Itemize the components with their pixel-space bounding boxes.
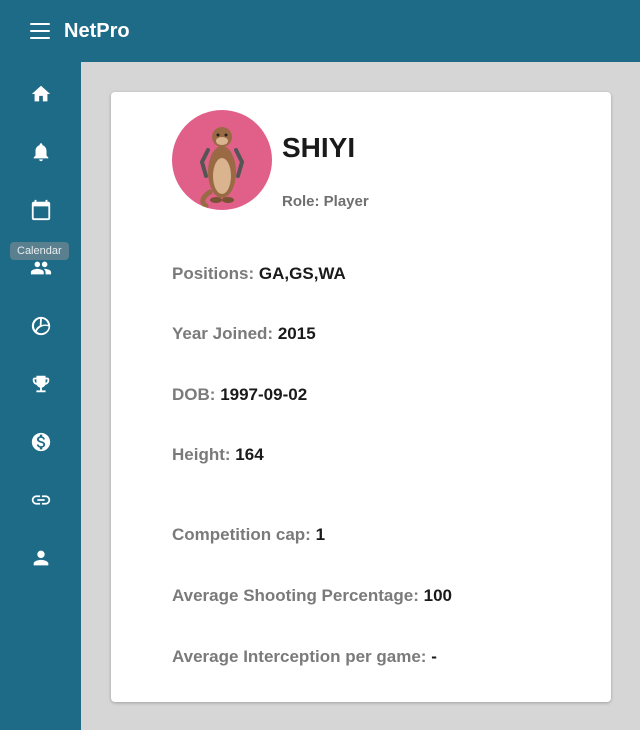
- bell-icon: [33, 143, 48, 162]
- detail-label: Average Interception per game:: [172, 647, 427, 666]
- sidebar-item-links[interactable]: [0, 476, 81, 524]
- detail-label: Height:: [172, 445, 231, 464]
- dollar-icon: [31, 432, 50, 452]
- detail-label: Competition cap:: [172, 525, 311, 544]
- detail-dob: DOB: 1997-09-02: [172, 385, 307, 405]
- player-name: SHIYI: [282, 132, 356, 163]
- detail-positions: Positions: GA,GS,WA: [172, 264, 346, 284]
- detail-value: 1: [315, 525, 326, 544]
- trophy-icon: [32, 375, 49, 393]
- volleyball-icon: [31, 316, 50, 336]
- profile-card: SHIYI Role: Player Positions: GA,GS,WA Y…: [111, 92, 611, 702]
- detail-height: Height: 164: [172, 445, 264, 465]
- detail-label: Average Shooting Percentage:: [172, 586, 419, 605]
- sidebar-item-profile[interactable]: [0, 534, 81, 582]
- detail-year-joined: Year Joined: 2015: [172, 324, 316, 344]
- sidebar-item-notifications[interactable]: [0, 128, 81, 176]
- role-value: Player: [323, 193, 369, 210]
- detail-value: 2015: [277, 324, 316, 343]
- detail-avg-shooting: Average Shooting Percentage: 100: [172, 586, 452, 606]
- sidebar-item-home[interactable]: [0, 70, 81, 118]
- home-icon: [31, 85, 50, 102]
- top-app-bar: NetPro: [0, 0, 640, 62]
- detail-label: Positions:: [172, 264, 255, 283]
- sidebar-item-games[interactable]: [0, 302, 81, 350]
- calendar-icon: [31, 199, 50, 221]
- role-line: Role: Player: [282, 193, 369, 210]
- sidebar-item-payments[interactable]: [0, 418, 81, 466]
- detail-value: 1997-09-02: [220, 385, 308, 404]
- otter-avatar-icon: [199, 127, 245, 209]
- sidebar: Calendar: [0, 62, 81, 730]
- tooltip-calendar: Calendar: [10, 242, 69, 260]
- sidebar-item-calendar[interactable]: [0, 186, 81, 234]
- menu-icon[interactable]: [30, 23, 50, 39]
- person-icon: [33, 550, 48, 566]
- people-icon: [30, 261, 51, 275]
- detail-value: GA,GS,WA: [258, 264, 346, 283]
- role-label: Role:: [282, 193, 320, 210]
- app-title: NetPro: [64, 19, 130, 42]
- detail-value: -: [431, 647, 437, 666]
- detail-label: Year Joined:: [172, 324, 274, 343]
- sidebar-item-competitions[interactable]: [0, 360, 81, 408]
- detail-label: DOB:: [172, 385, 216, 404]
- avatar: [172, 110, 272, 210]
- detail-value: 100: [423, 586, 452, 605]
- link-icon: [31, 495, 50, 505]
- detail-avg-interception: Average Interception per game: -: [172, 647, 437, 667]
- detail-competition-cap: Competition cap: 1: [172, 525, 325, 545]
- detail-value: 164: [235, 445, 264, 464]
